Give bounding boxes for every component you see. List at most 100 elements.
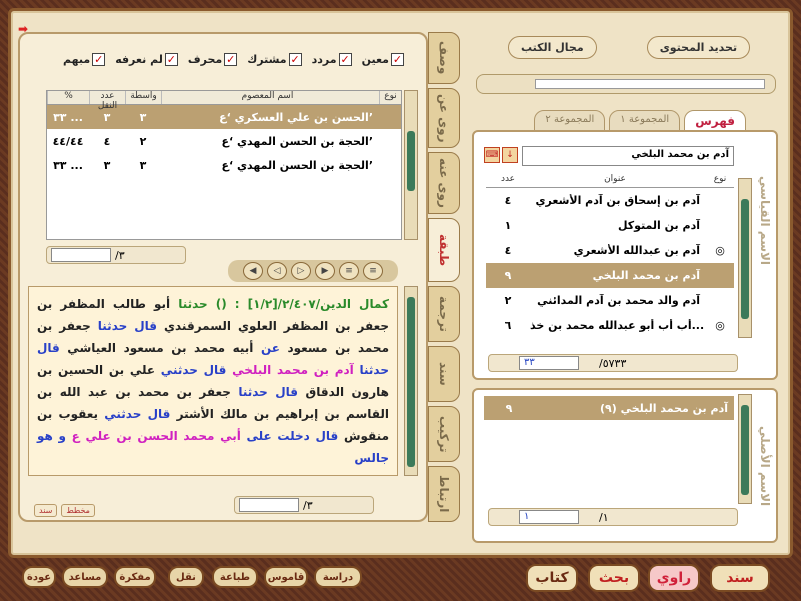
col-title[interactable]: عنوان [530,174,706,187]
manuscript-button[interactable]: مخطط [61,504,95,517]
row-title: آدم بن محمد البلخي (٩) [599,401,728,415]
row-title: آدم بن محمد البلخي [592,269,700,282]
scroll-thumb[interactable] [407,297,415,467]
page-input[interactable]: ١ [519,510,579,524]
table-row[interactable]: الحجة بن الحسن المهدي ‘ع’ ٢ ٤ ٤٤/٤٤ [47,129,401,153]
narrator-scrollbar[interactable] [738,178,752,338]
notebook-button[interactable]: مفكرة [114,566,156,588]
checkbox-icon[interactable]: ✓ [224,52,238,66]
row-count: ٤ [504,244,512,257]
filter-muayyan[interactable]: ✓ معين [362,46,404,72]
tab-wasf[interactable]: وصف [428,32,460,84]
tab-irtibat[interactable]: ارتباط [428,466,460,522]
search-input[interactable] [535,79,765,89]
nav-prev-icon[interactable]: ◁ [267,262,287,280]
row-count: ٤ [103,134,111,148]
row-title: آدم بن إسحاق بن آدم الأشعري [535,194,700,207]
transfer-button[interactable]: نقل [168,566,204,588]
books-scope-button[interactable]: مجال الكتب [508,36,597,59]
row-wasita: ٣ [139,158,147,172]
nav-next-icon[interactable]: ▷ [291,262,311,280]
tab-tabaqa[interactable]: طبقة [428,218,460,282]
row-count: ١ [504,219,512,232]
tab-tarkib[interactable]: تركيب [428,406,460,462]
list-item[interactable]: آدم بن المتوكل ١ [486,213,734,238]
hadith-scrollbar[interactable] [404,286,418,476]
checkbox-icon[interactable]: ✓ [391,52,404,66]
chain-button[interactable]: سند [710,564,770,592]
scroll-thumb[interactable] [741,405,749,495]
text-increase-icon[interactable]: ≡ [339,262,359,280]
lower-scrollbar[interactable] [738,394,752,504]
sanad-small-button[interactable]: سند [34,504,58,517]
row-type-icon: ◎ [715,319,725,332]
hadith-source: كمال الدين/٢/٤٠٧/[١/٢] : () حدثنا [178,297,389,311]
study-button[interactable]: دراسة [314,566,362,588]
list-item[interactable]: ◎ أب أب أبو عبدالله محمد بن خذ... ٦ [486,313,734,338]
list-item[interactable]: آدم والد محمد بن آدم المدائني ٢ [486,288,734,313]
content-select-button[interactable]: تحديد المحتوى [646,36,751,59]
narrator-button[interactable]: راوي [648,564,700,592]
checkbox-icon[interactable]: ✓ [288,52,302,66]
down-arrow-icon[interactable]: ↓ [502,147,518,163]
col-count[interactable]: عدد النقل [89,91,125,111]
dictionary-button[interactable]: قاموس [264,566,308,588]
row-count: ٩ [504,269,512,282]
lower-pager: ١/١ [488,508,738,526]
narrator[interactable]: أبيه محمد بن مسعود العياشي [60,341,261,355]
col-type[interactable]: نوع [379,91,401,104]
book-button[interactable]: كتاب [526,564,578,592]
list-item[interactable]: آدم بن إسحاق بن آدم الأشعري ٤ [486,188,734,213]
tab-sanad[interactable]: سند [428,346,460,402]
tab-group-2[interactable]: المجموعة ٢ [534,110,606,132]
row-title: آدم بن عبدالله الأشعري [573,244,700,257]
col-pct[interactable]: % [47,91,89,104]
page-input[interactable]: ٣٣ [519,356,579,370]
tab-rawa-anhu[interactable]: روى عنه [428,152,460,214]
col-name[interactable]: اسم المعصوم [161,91,379,104]
help-button[interactable]: مساعد [62,566,108,588]
print-button[interactable]: طباعة [212,566,258,588]
page-input[interactable] [51,248,111,262]
row-title: آدم بن المتوكل [617,219,700,232]
list-item[interactable]: آدم بن محمد البلخي ٩ [486,263,734,288]
search-button[interactable]: بحث [588,564,640,592]
col-wasita[interactable]: واسطة [125,91,161,104]
list-item[interactable]: آدم بن محمد البلخي (٩) ٩ [484,396,734,420]
tab-fihris[interactable]: فهرس [684,110,746,132]
text-decrease-icon[interactable]: ≡ [363,262,383,280]
transmission-term: قال دخلت على [246,429,339,443]
col-count[interactable]: عدد [486,174,530,187]
back-button[interactable]: عودة [22,566,56,588]
page-input[interactable] [239,498,299,512]
narrator-highlight[interactable]: آدم بن محمد البلخي [226,363,359,377]
filter-unknown[interactable]: ✓ لم نعرفه [115,46,178,72]
checkbox-icon[interactable]: ✓ [338,52,352,66]
scroll-thumb[interactable] [741,199,749,319]
narrator-pager: ٣٣/٥٧٣٣ [488,354,738,372]
list-item[interactable]: ◎ آدم بن عبدالله الأشعري ٤ [486,238,734,263]
filter-bar: ✓ معين ✓ مردد ✓ مشترك ✓ محرف ✓ لم نعرفه ✓ مبهم [44,46,404,72]
nav-last-icon[interactable]: ▶ [315,262,335,280]
col-type[interactable]: نوع [706,174,734,187]
nav-first-icon[interactable]: ◀ [243,262,263,280]
page-total: /١ [599,510,609,524]
imam-name[interactable]: أبي محمد الحسن بن علي ع [66,429,247,443]
filter-label: مبهم [62,52,91,66]
filter-mushtarak[interactable]: ✓ مشترك [247,46,302,72]
filter-muraddad[interactable]: ✓ مردد [312,46,352,72]
tab-group-1[interactable]: المجموعة ١ [609,110,681,132]
tab-rawa-an[interactable]: روى عن [428,88,460,148]
left-table-scrollbar[interactable] [404,90,418,240]
keyboard-icon[interactable]: ⌨ [484,147,500,163]
table-row[interactable]: الحجة بن الحسن المهدي ‘ع’ ٣ ٣ ٣٣ ... [47,153,401,177]
filter-muharraf[interactable]: ✓ محرف [188,46,238,72]
original-name-panel: آدم بن محمد البلخي (٩) ٩ ١/١ [472,388,778,543]
checkbox-icon[interactable]: ✓ [164,52,178,66]
scroll-thumb[interactable] [407,131,415,191]
tab-tarjama[interactable]: ترجمة [428,286,460,342]
narrator-index-panel: ⌨ ↓ آدم بن محمد البلخي نوع عنوان عدد آدم … [472,130,778,380]
narrator-search-field[interactable]: آدم بن محمد البلخي [522,146,734,166]
checkbox-icon[interactable]: ✓ [92,52,106,66]
filter-mubham[interactable]: ✓ مبهم [62,46,106,72]
